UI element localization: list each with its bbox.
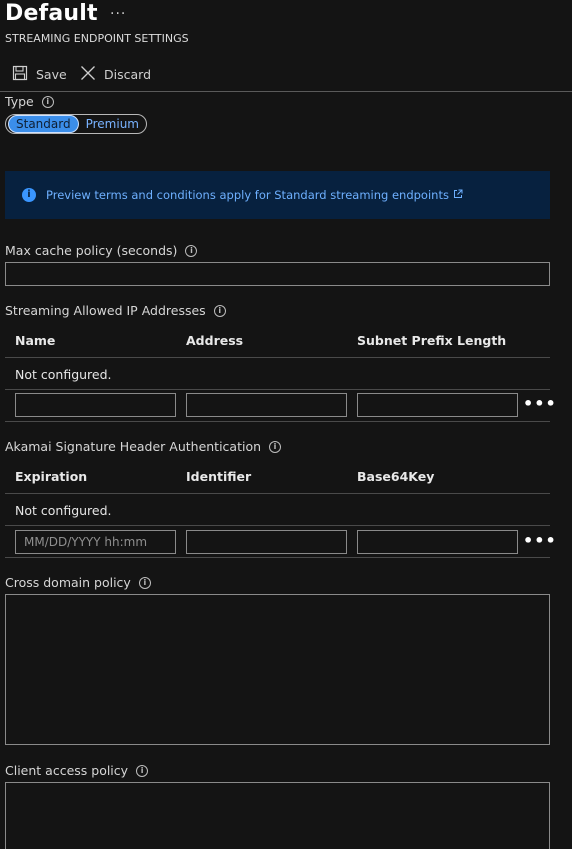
ip-empty-text: Not configured. (15, 367, 112, 382)
ip-address-input[interactable] (186, 393, 347, 417)
type-label-row: Type i (5, 94, 54, 109)
akamai-empty-text: Not configured. (15, 503, 112, 518)
table-divider (5, 557, 550, 558)
more-options-button[interactable]: ··· (110, 6, 126, 22)
max-cache-input[interactable] (5, 262, 550, 286)
akamai-row-more-button[interactable]: ••• (523, 531, 557, 550)
info-banner: i Preview terms and conditions apply for… (5, 171, 550, 219)
ip-section-label-row: Streaming Allowed IP Addresses i (5, 303, 226, 318)
info-icon: i (22, 188, 36, 202)
save-icon (12, 65, 28, 84)
info-icon[interactable]: i (185, 244, 198, 257)
info-icon[interactable]: i (41, 95, 54, 108)
toolbar-divider (0, 91, 572, 92)
cross-domain-label-row: Cross domain policy i (5, 575, 151, 590)
column-header-name: Name (15, 333, 56, 348)
expiration-input[interactable] (15, 530, 176, 554)
type-label: Type (5, 94, 34, 109)
discard-button[interactable]: Discard (80, 65, 151, 84)
client-access-label-row: Client access policy i (5, 763, 149, 778)
akamai-section-label: Akamai Signature Header Authentication (5, 439, 262, 454)
external-link-icon (453, 188, 463, 202)
terms-link-text: Preview terms and conditions apply for S… (46, 188, 449, 202)
save-button[interactable]: Save (12, 65, 67, 84)
ip-name-input[interactable] (15, 393, 176, 417)
type-toggle[interactable]: Standard Premium (5, 114, 147, 134)
type-option-premium[interactable]: Premium (79, 115, 146, 133)
ip-subnet-input[interactable] (357, 393, 518, 417)
ip-row-more-button[interactable]: ••• (523, 394, 557, 413)
info-icon[interactable]: i (269, 440, 282, 453)
close-icon (80, 65, 96, 84)
identifier-input[interactable] (186, 530, 347, 554)
info-icon[interactable]: i (136, 764, 149, 777)
max-cache-label: Max cache policy (seconds) (5, 243, 178, 258)
table-divider (5, 389, 550, 390)
max-cache-label-row: Max cache policy (seconds) i (5, 243, 198, 258)
table-divider (5, 525, 550, 526)
discard-label: Discard (104, 67, 151, 82)
column-header-expiration: Expiration (15, 469, 88, 484)
cross-domain-textarea[interactable] (5, 594, 550, 745)
page-subtitle: STREAMING ENDPOINT SETTINGS (5, 32, 189, 45)
page-title: Default (5, 1, 98, 26)
info-icon[interactable]: i (213, 304, 226, 317)
column-header-base64key: Base64Key (357, 469, 435, 484)
type-option-standard[interactable]: Standard (8, 115, 79, 133)
akamai-section-label-row: Akamai Signature Header Authentication i (5, 439, 282, 454)
client-access-textarea[interactable] (5, 782, 550, 849)
info-icon[interactable]: i (138, 576, 151, 589)
column-header-subnet-prefix-length: Subnet Prefix Length (357, 333, 507, 348)
table-divider (5, 421, 550, 422)
ip-section-label: Streaming Allowed IP Addresses (5, 303, 206, 318)
table-divider (5, 493, 550, 494)
base64key-input[interactable] (357, 530, 518, 554)
column-header-identifier: Identifier (186, 469, 252, 484)
table-divider (5, 357, 550, 358)
client-access-label: Client access policy (5, 763, 129, 778)
save-label: Save (36, 67, 67, 82)
terms-link[interactable]: Preview terms and conditions apply for S… (46, 188, 463, 202)
column-header-address: Address (186, 333, 244, 348)
cross-domain-label: Cross domain policy (5, 575, 131, 590)
